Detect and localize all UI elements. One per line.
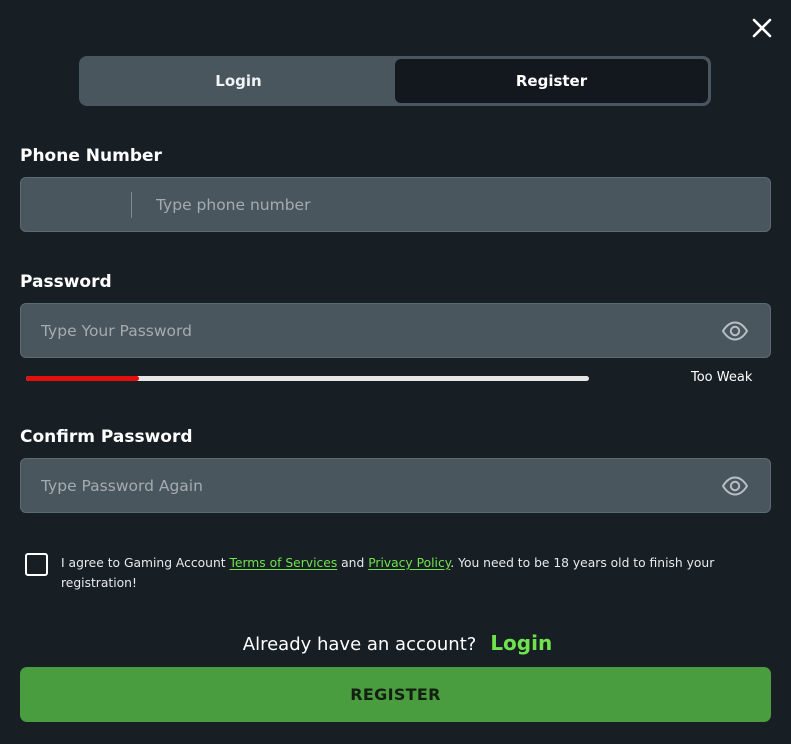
tab-register[interactable]: Register [395, 59, 708, 103]
country-code-selector[interactable] [21, 178, 132, 231]
password-label: Password [20, 272, 112, 292]
tab-register-label: Register [515, 72, 588, 90]
confirm-password-label: Confirm Password [20, 427, 193, 447]
privacy-link[interactable]: Privacy Policy [368, 556, 450, 570]
confirm-password-field [20, 458, 771, 513]
password-input[interactable] [21, 304, 720, 357]
confirm-password-visibility-toggle[interactable] [720, 475, 750, 497]
register-button[interactable]: REGISTER [20, 667, 771, 722]
auth-tabs: Login Register [79, 56, 711, 106]
login-link[interactable]: Login [490, 631, 552, 655]
agreement-text: I agree to Gaming Account Terms of Servi… [61, 553, 751, 593]
register-modal: Login Register Phone Number Password Too… [0, 0, 791, 744]
login-prompt: Already have an account? Login [0, 631, 791, 655]
phone-input[interactable] [132, 178, 770, 231]
already-account-text: Already have an account? [242, 634, 477, 655]
agreement-prefix: I agree to Gaming Account [61, 556, 230, 570]
tab-login-label: Login [215, 72, 262, 90]
close-icon [752, 18, 772, 38]
agreement-and: and [337, 556, 369, 570]
tab-login[interactable]: Login [82, 59, 395, 103]
password-strength-bar [26, 376, 589, 381]
eye-icon [721, 320, 749, 341]
phone-number-label: Phone Number [20, 146, 162, 166]
terms-link[interactable]: Terms of Services [229, 556, 337, 570]
password-visibility-toggle[interactable] [720, 320, 750, 342]
agree-checkbox[interactable] [25, 553, 48, 576]
phone-field [20, 177, 771, 232]
password-strength-fill [26, 376, 139, 381]
register-button-label: REGISTER [350, 685, 441, 704]
password-strength-label: Too Weak [691, 370, 753, 385]
confirm-password-input[interactable] [21, 459, 720, 512]
password-field [20, 303, 771, 358]
close-button[interactable] [750, 16, 774, 40]
eye-icon [721, 475, 749, 496]
country-code-divider [131, 192, 132, 218]
